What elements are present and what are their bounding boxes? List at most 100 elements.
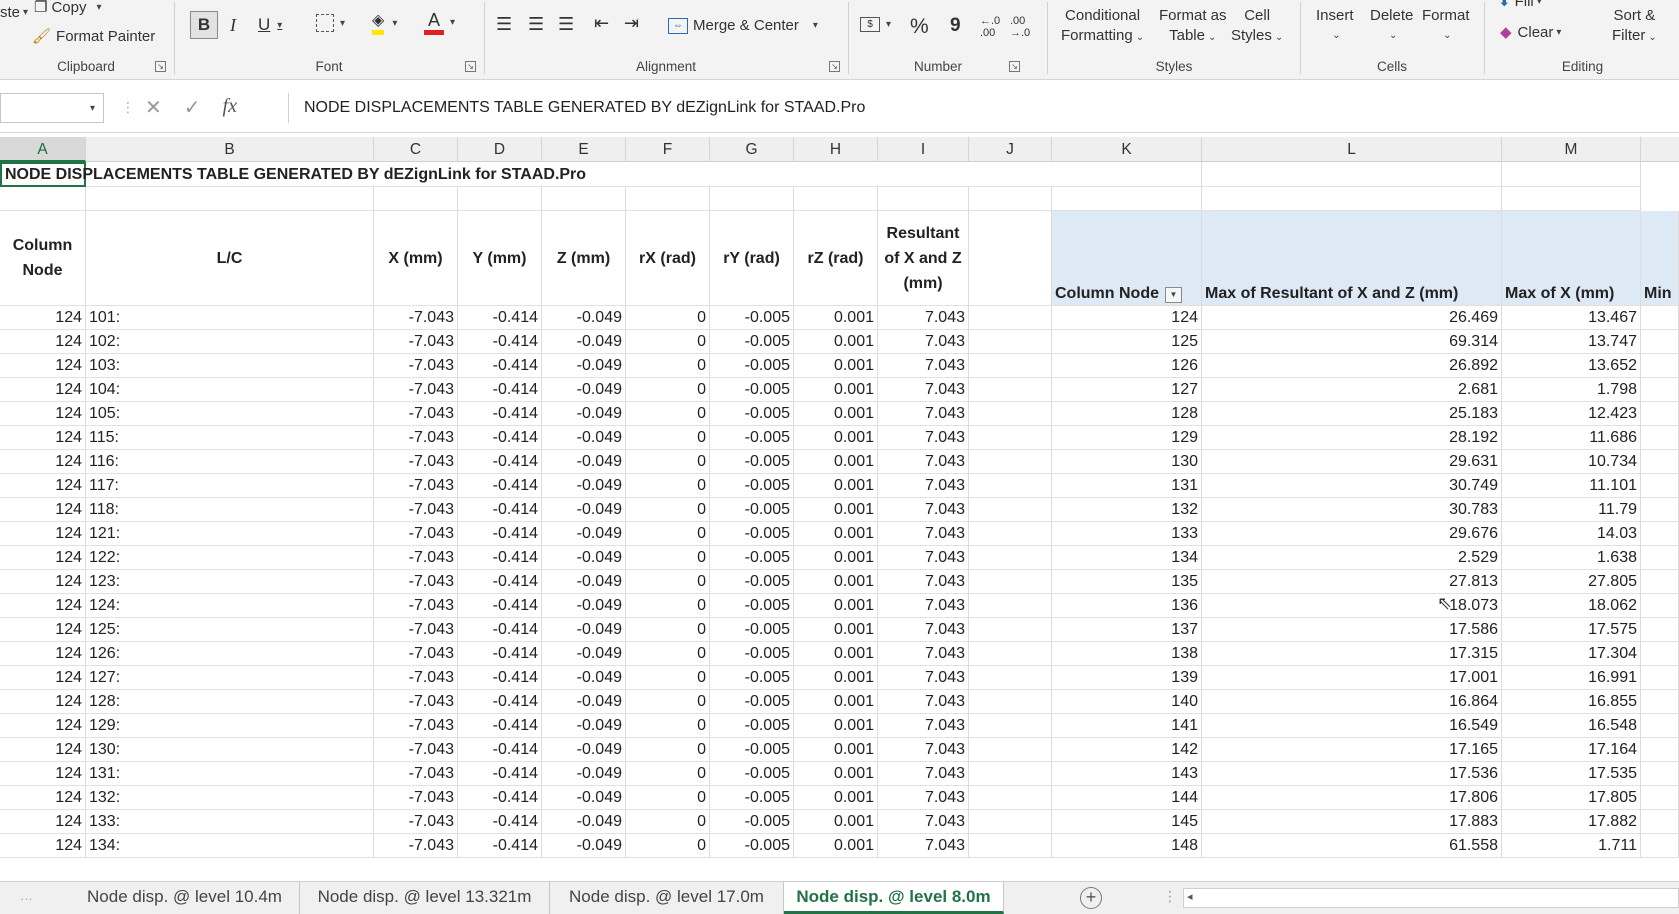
data-cell[interactable]: -7.043 <box>374 666 458 690</box>
filter-dropdown-icon[interactable]: ▼ <box>1165 287 1182 303</box>
format-button[interactable]: Format ⌄ <box>1422 6 1470 46</box>
data-cell[interactable]: 7.043 <box>878 786 969 810</box>
data-cell[interactable]: -7.043 <box>374 354 458 378</box>
pivot-cell[interactable]: 13.747 <box>1502 330 1641 354</box>
cell[interactable] <box>1641 834 1679 858</box>
cell[interactable] <box>1052 187 1202 211</box>
cell[interactable] <box>1641 786 1679 810</box>
data-cell[interactable]: 0 <box>626 330 710 354</box>
data-cell[interactable]: 123: <box>86 570 374 594</box>
pivot-cell[interactable]: 124 <box>1052 306 1202 330</box>
pivot-cell[interactable]: 26.469 <box>1202 306 1502 330</box>
pivot-cell[interactable]: 17.806 <box>1202 786 1502 810</box>
data-cell[interactable]: 0.001 <box>794 570 878 594</box>
horizontal-scrollbar[interactable]: ◂ <box>1183 888 1679 908</box>
data-cell[interactable]: -0.005 <box>710 426 794 450</box>
pivot-header-column-node[interactable]: Column Node ▼ <box>1052 211 1202 306</box>
data-cell[interactable]: 7.043 <box>878 402 969 426</box>
pivot-cell[interactable]: 16.548 <box>1502 714 1641 738</box>
data-cell[interactable]: 0.001 <box>794 594 878 618</box>
data-cell[interactable]: 103: <box>86 354 374 378</box>
decrease-indent-button[interactable]: ⇤ <box>594 13 609 34</box>
enter-icon[interactable]: ✓ <box>184 95 201 120</box>
pivot-cell[interactable]: 27.813 <box>1202 570 1502 594</box>
cell[interactable] <box>969 330 1052 354</box>
pivot-cell[interactable]: 141 <box>1052 714 1202 738</box>
formula-input[interactable]: NODE DISPLACEMENTS TABLE GENERATED BY dE… <box>288 93 1679 123</box>
data-cell[interactable]: 133: <box>86 810 374 834</box>
cell[interactable] <box>794 162 878 187</box>
data-cell[interactable]: 115: <box>86 426 374 450</box>
data-cell[interactable]: 0.001 <box>794 378 878 402</box>
data-cell[interactable]: -0.005 <box>710 618 794 642</box>
data-cell[interactable]: 0 <box>626 450 710 474</box>
pivot-cell[interactable]: 17.001 <box>1202 666 1502 690</box>
pivot-cell[interactable]: 140 <box>1052 690 1202 714</box>
cell[interactable] <box>1641 426 1679 450</box>
data-cell[interactable]: 118: <box>86 498 374 522</box>
pivot-cell[interactable]: 134 <box>1052 546 1202 570</box>
data-cell[interactable]: 0 <box>626 378 710 402</box>
cell[interactable] <box>1052 162 1202 187</box>
data-cell[interactable]: 132: <box>86 786 374 810</box>
data-cell[interactable]: -0.005 <box>710 810 794 834</box>
data-cell[interactable]: 0.001 <box>794 354 878 378</box>
data-cell[interactable]: -0.005 <box>710 378 794 402</box>
data-cell[interactable]: -0.414 <box>458 474 542 498</box>
cell[interactable] <box>458 187 542 211</box>
pivot-cell[interactable]: 126 <box>1052 354 1202 378</box>
fill-color-button[interactable]: ◈ ▾ <box>372 12 397 35</box>
data-cell[interactable]: -7.043 <box>374 546 458 570</box>
pivot-cell[interactable]: 30.783 <box>1202 498 1502 522</box>
data-cell[interactable]: -0.005 <box>710 762 794 786</box>
data-cell[interactable]: -0.005 <box>710 354 794 378</box>
insert-button[interactable]: Insert ⌄ <box>1316 6 1354 46</box>
data-cell[interactable]: -0.049 <box>542 570 626 594</box>
align-right-button[interactable]: ☰ <box>558 14 574 35</box>
data-cell[interactable]: -0.414 <box>458 330 542 354</box>
pivot-cell[interactable]: 17.164 <box>1502 738 1641 762</box>
data-cell[interactable]: -0.049 <box>542 306 626 330</box>
pivot-cell[interactable]: 138 <box>1052 642 1202 666</box>
cell[interactable] <box>1641 306 1679 330</box>
data-cell[interactable]: -0.414 <box>458 378 542 402</box>
data-cell[interactable]: 7.043 <box>878 330 969 354</box>
data-cell[interactable]: -7.043 <box>374 810 458 834</box>
cell[interactable] <box>1641 402 1679 426</box>
italic-button[interactable]: I <box>230 15 236 36</box>
header-column-node[interactable]: Column Node <box>0 211 86 306</box>
cell[interactable] <box>1641 762 1679 786</box>
data-cell[interactable]: 124 <box>0 450 86 474</box>
data-cell[interactable]: 0 <box>626 642 710 666</box>
data-cell[interactable]: 134: <box>86 834 374 858</box>
underline-button[interactable]: U ▾ <box>258 15 282 35</box>
data-cell[interactable]: -0.049 <box>542 786 626 810</box>
drag-handle-icon[interactable]: ⋮ <box>121 99 135 116</box>
data-cell[interactable]: 124 <box>0 714 86 738</box>
data-cell[interactable]: -0.005 <box>710 642 794 666</box>
data-cell[interactable]: -7.043 <box>374 450 458 474</box>
pivot-cell[interactable]: 11.101 <box>1502 474 1641 498</box>
pivot-cell[interactable]: 61.558 <box>1202 834 1502 858</box>
format-as-table-button[interactable]: Format as Table ⌄ <box>1159 6 1227 48</box>
data-cell[interactable]: -0.414 <box>458 546 542 570</box>
column-header-f[interactable]: F <box>626 137 710 162</box>
sheet-title-cell[interactable]: NODE DISPLACEMENTS TABLE GENERATED BY dE… <box>0 162 586 187</box>
pivot-cell[interactable]: 144 <box>1052 786 1202 810</box>
cancel-icon[interactable]: ✕ <box>145 95 162 120</box>
borders-button[interactable]: ▾ <box>316 14 345 32</box>
data-cell[interactable]: 0.001 <box>794 714 878 738</box>
cell[interactable] <box>969 162 1052 187</box>
pivot-cell[interactable]: 130 <box>1052 450 1202 474</box>
data-cell[interactable]: -0.049 <box>542 330 626 354</box>
data-cell[interactable]: 124 <box>0 690 86 714</box>
data-cell[interactable]: 116: <box>86 450 374 474</box>
data-cell[interactable]: 122: <box>86 546 374 570</box>
pivot-cell[interactable]: 17.165 <box>1202 738 1502 762</box>
data-cell[interactable]: 104: <box>86 378 374 402</box>
cell[interactable] <box>969 378 1052 402</box>
cell[interactable] <box>969 306 1052 330</box>
cell[interactable] <box>710 187 794 211</box>
paste-button[interactable]: ste ▾ <box>0 4 28 21</box>
data-cell[interactable]: -7.043 <box>374 642 458 666</box>
